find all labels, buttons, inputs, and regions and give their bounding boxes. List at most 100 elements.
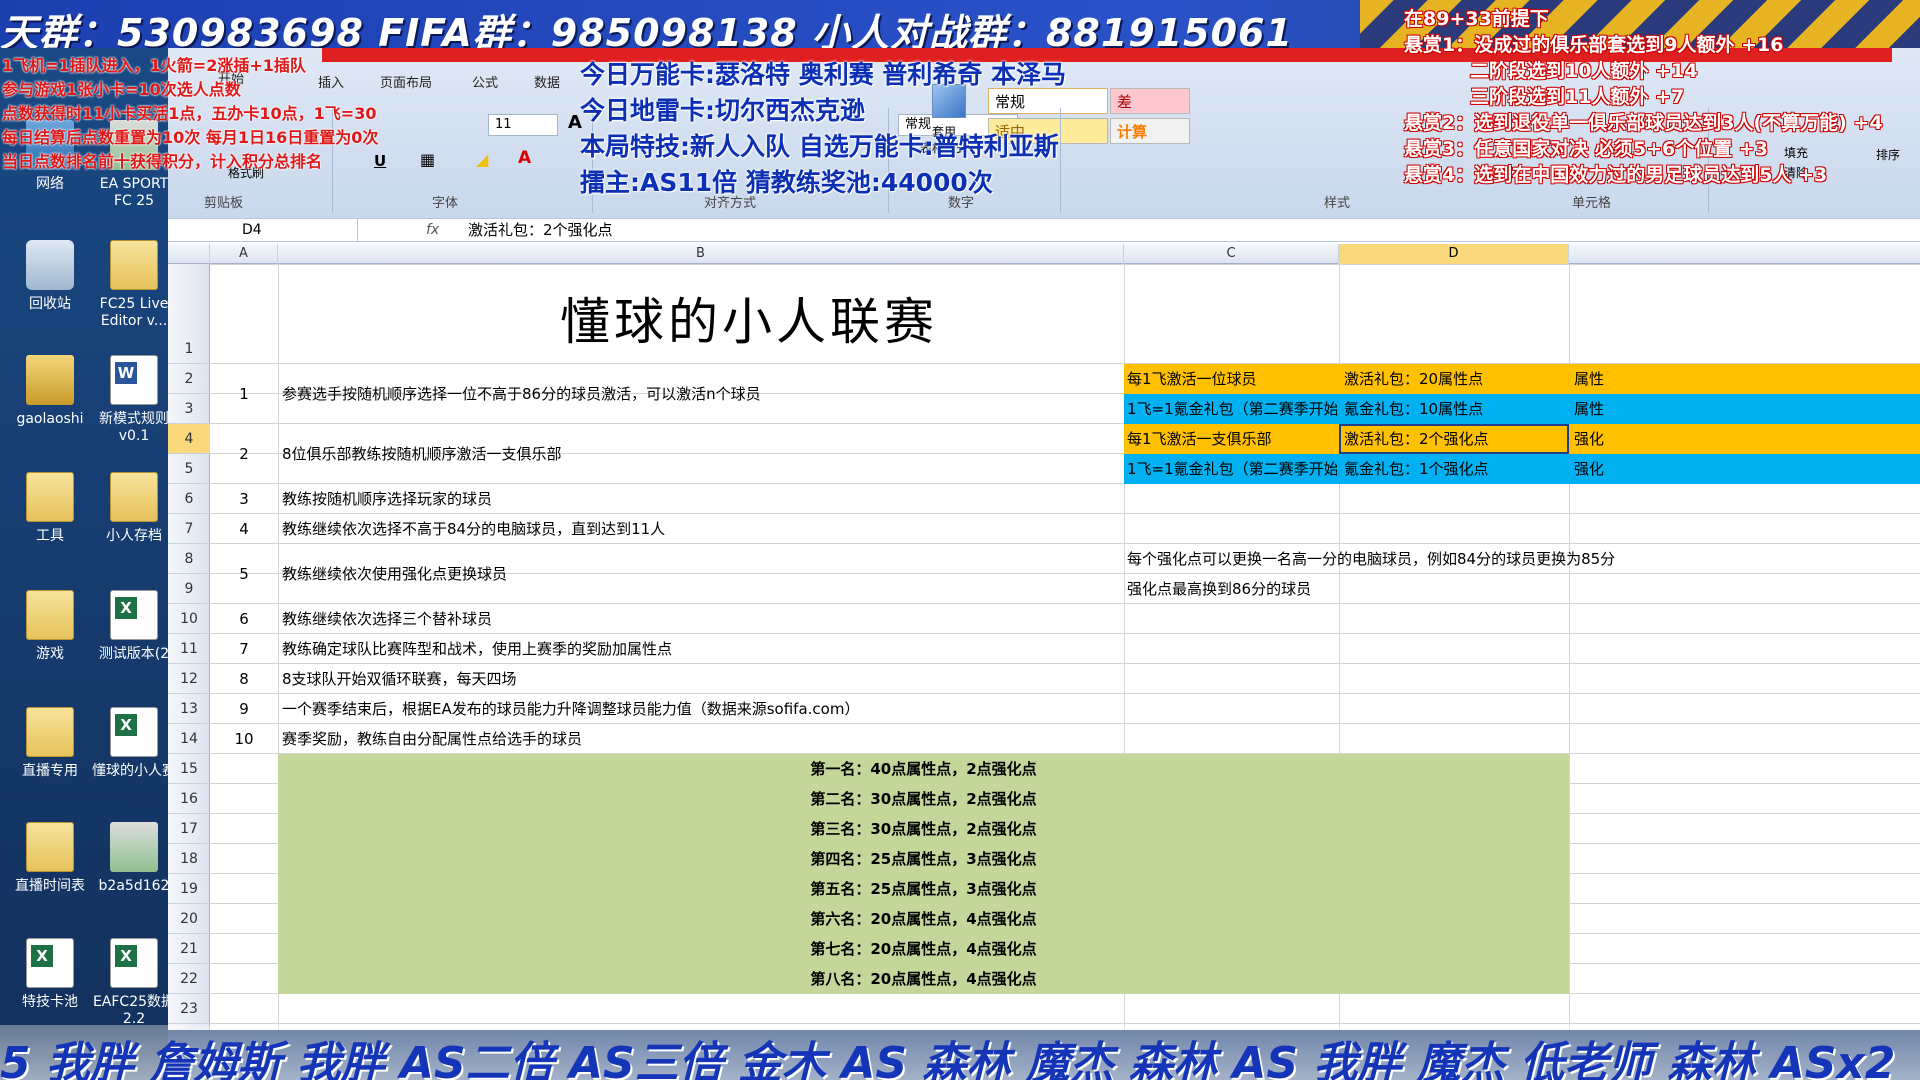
- row-header[interactable]: 11: [168, 634, 210, 664]
- name-box[interactable]: D4: [168, 219, 358, 241]
- ribbon-separator: [1060, 108, 1061, 213]
- folder-icon: [26, 472, 74, 522]
- row-header[interactable]: 4: [168, 424, 210, 454]
- desktop-icon[interactable]: 新模式规则 v0.1: [92, 355, 176, 445]
- row-header[interactable]: 3: [168, 394, 210, 424]
- tab-page-layout[interactable]: 页面布局: [380, 72, 432, 91]
- row-header[interactable]: 12: [168, 664, 210, 694]
- desktop-icon[interactable]: 回收站: [8, 240, 92, 313]
- desktop-icon[interactable]: 特技卡池: [8, 938, 92, 1011]
- tab-formulas[interactable]: 公式: [472, 72, 498, 91]
- desktop-icon[interactable]: FC25 Live Editor v...: [92, 240, 176, 330]
- row-header[interactable]: 10: [168, 604, 210, 634]
- tab-insert[interactable]: 插入: [318, 72, 344, 91]
- row-header[interactable]: 7: [168, 514, 210, 544]
- row-header[interactable]: 6: [168, 484, 210, 514]
- desktop-icon[interactable]: b2a5d162: [92, 822, 176, 895]
- fill-button[interactable]: 填充: [1784, 144, 1808, 161]
- cell-c[interactable]: 每1飞激活一支俱乐部: [1127, 424, 1337, 454]
- rank-reward[interactable]: 第五名：25点属性点，3点强化点: [278, 874, 1569, 904]
- rank-reward[interactable]: 第三名：30点属性点，2点强化点: [278, 814, 1569, 844]
- tab-data[interactable]: 数据: [534, 72, 560, 91]
- row-header[interactable]: 8: [168, 544, 210, 574]
- row-header[interactable]: 18: [168, 844, 210, 874]
- overlay-line: 今日万能卡:瑟洛特 奥利赛 普利希奇 本泽马: [580, 60, 1067, 89]
- row-header[interactable]: 1: [168, 264, 210, 364]
- row-header[interactable]: 21: [168, 934, 210, 964]
- rank-reward[interactable]: 第六名：20点属性点，4点强化点: [278, 904, 1569, 934]
- note-cell[interactable]: 每个强化点可以更换一名高一分的电脑球员，例如84分的球员更换为85分: [1127, 544, 1917, 574]
- note-cell[interactable]: 强化点最高换到86分的球员: [1127, 574, 1727, 604]
- desktop-icon[interactable]: gaolaoshi: [8, 355, 92, 428]
- borders-icon[interactable]: ▦: [420, 150, 435, 169]
- doc-icon: [110, 355, 158, 405]
- rule-text: 8支球队开始双循环联赛，每天四场: [282, 670, 517, 688]
- font-color-icon[interactable]: A: [518, 148, 531, 168]
- cell-c[interactable]: 1飞=1氪金礼包（第二赛季开始）: [1127, 454, 1337, 484]
- row-header[interactable]: 20: [168, 904, 210, 934]
- row-header[interactable]: 19: [168, 874, 210, 904]
- font-size-select[interactable]: 11: [488, 114, 558, 136]
- desktop-icon[interactable]: 测试版本(2: [92, 590, 176, 663]
- rule-number: 6: [239, 610, 249, 628]
- select-all-corner[interactable]: [168, 244, 210, 264]
- desktop-icon-label: b2a5d162: [98, 878, 170, 894]
- overlay-line: 当日点数排名前十获得积分，计入积分总排名: [2, 152, 323, 171]
- row-header[interactable]: 9: [168, 574, 210, 604]
- desktop-icon[interactable]: 小人存档: [92, 472, 176, 545]
- desktop-icon[interactable]: 直播专用: [8, 707, 92, 780]
- style-normal[interactable]: 常规: [988, 88, 1108, 114]
- row-header[interactable]: 5: [168, 454, 210, 484]
- rank-reward[interactable]: 第二名：30点属性点，2点强化点: [278, 784, 1569, 814]
- row-header[interactable]: 15: [168, 754, 210, 784]
- cell-d[interactable]: 激活礼包：20属性点: [1344, 364, 1566, 394]
- style-bad[interactable]: 差: [1110, 88, 1190, 114]
- row-header[interactable]: 16: [168, 784, 210, 814]
- desktop-icon-label: 回收站: [29, 296, 71, 312]
- bounty-line: 悬赏4：选到在中国效力过的男足球员达到5人 +3: [1404, 164, 1828, 186]
- column-header-a[interactable]: A: [210, 244, 278, 264]
- cell-e[interactable]: 属性: [1574, 394, 1634, 424]
- cell-d[interactable]: 氪金礼包：10属性点: [1344, 394, 1566, 424]
- desktop-icon[interactable]: EAFC25数据2.2: [92, 938, 176, 1028]
- group-styles: 样式: [1324, 196, 1351, 211]
- cell-e[interactable]: 属性: [1574, 364, 1634, 394]
- bounty-line: 三阶段选到11人额外 +7: [1470, 86, 1685, 108]
- rank-reward[interactable]: 第一名：40点属性点，2点强化点: [278, 754, 1569, 784]
- desktop-icon[interactable]: 工具: [8, 472, 92, 545]
- cell-e[interactable]: 强化: [1574, 424, 1634, 454]
- xls-icon: [110, 707, 158, 757]
- rank-reward[interactable]: 第八名：20点属性点，4点强化点: [278, 964, 1569, 994]
- desktop-icon[interactable]: 直播时间表: [8, 822, 92, 895]
- column-headers: A B C D: [168, 244, 1920, 264]
- sort-button[interactable]: 排序: [1876, 146, 1900, 163]
- column-header-b[interactable]: B: [278, 244, 1124, 264]
- underline-button[interactable]: U: [374, 152, 386, 170]
- formula-input[interactable]: 激活礼包：2个强化点: [468, 219, 613, 241]
- row-header[interactable]: 22: [168, 964, 210, 994]
- cell-c[interactable]: 每1飞激活一位球员: [1127, 364, 1337, 394]
- rank-reward[interactable]: 第七名：20点属性点，4点强化点: [278, 934, 1569, 964]
- user-icon: [26, 355, 74, 405]
- worksheet-grid[interactable]: 懂球的小人联赛 1 参赛选手按随机顺序选择一位不高于86分的球员激活，可以激活n个球…: [210, 264, 1920, 1030]
- desktop-icon[interactable]: 游戏: [8, 590, 92, 663]
- rule-text: 教练继续依次选择不高于84分的电脑球员，直到达到11人: [282, 520, 666, 538]
- column-header-d[interactable]: D: [1339, 244, 1569, 264]
- row-header[interactable]: 23: [168, 994, 210, 1024]
- row-header[interactable]: 13: [168, 694, 210, 724]
- overlay-line: 本局特技:新人入队 自选万能卡:普特利亚斯: [580, 132, 1059, 161]
- style-calculation[interactable]: 计算: [1110, 118, 1190, 144]
- row-header[interactable]: 2: [168, 364, 210, 394]
- cell-e[interactable]: 强化: [1574, 454, 1634, 484]
- desktop-icon[interactable]: 懂球的小人赛: [92, 707, 176, 780]
- desktop-icon-label: 特技卡池: [22, 994, 78, 1010]
- row-header[interactable]: 14: [168, 724, 210, 754]
- cell-d[interactable]: 激活礼包：2个强化点: [1344, 424, 1566, 454]
- rank-reward[interactable]: 第四名：25点属性点，3点强化点: [278, 844, 1569, 874]
- row-header[interactable]: 17: [168, 814, 210, 844]
- insert-function-icon[interactable]: fx: [426, 219, 439, 241]
- fill-color-icon[interactable]: ◢: [476, 150, 488, 169]
- cell-d[interactable]: 氪金礼包：1个强化点: [1344, 454, 1566, 484]
- cell-c[interactable]: 1飞=1氪金礼包（第二赛季开始）: [1127, 394, 1337, 424]
- column-header-c[interactable]: C: [1124, 244, 1339, 264]
